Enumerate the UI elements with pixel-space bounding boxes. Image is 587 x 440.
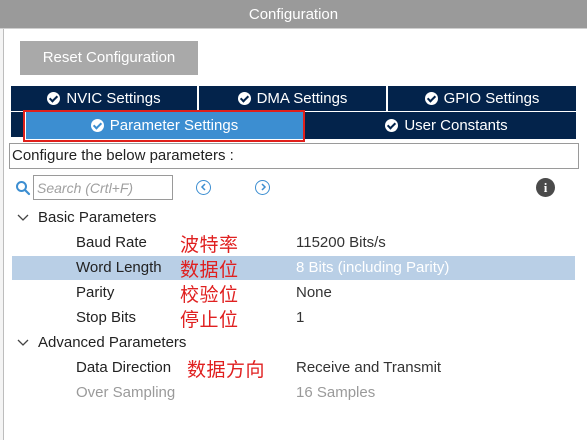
check-circle-icon [237, 92, 251, 105]
search-input[interactable] [33, 175, 173, 200]
param-parity-value[interactable]: None [296, 284, 332, 301]
section-basic-parameters[interactable]: Basic Parameters [38, 209, 156, 226]
tab-label: GPIO Settings [443, 90, 540, 107]
param-data-direction-label[interactable]: Data Direction [76, 359, 171, 376]
param-over-sampling-label: Over Sampling [76, 384, 176, 401]
description-text: Configure the below parameters : [9, 143, 579, 169]
tab-label: NVIC Settings [66, 90, 161, 107]
annotation-stop-bits: 停止位 [180, 309, 239, 331]
tab-nvic-settings[interactable]: NVIC Settings [11, 86, 197, 111]
check-circle-icon [385, 119, 399, 132]
param-stop-bits-label[interactable]: Stop Bits [76, 309, 136, 326]
window-title: Configuration [0, 0, 587, 29]
chevron-left-circle-icon[interactable] [196, 180, 211, 195]
tab-gpio-settings[interactable]: GPIO Settings [388, 86, 576, 111]
chevron-right-circle-icon[interactable] [255, 180, 270, 195]
param-data-direction-value[interactable]: Receive and Transmit [296, 359, 441, 376]
param-stop-bits-value[interactable]: 1 [296, 309, 304, 326]
chevron-down-icon[interactable] [17, 212, 29, 224]
chevron-down-icon[interactable] [17, 337, 29, 349]
tab-label: User Constants [404, 117, 508, 134]
annotation-word-length: 数据位 [180, 259, 239, 281]
param-word-length-label[interactable]: Word Length [76, 259, 162, 276]
annotation-data-direction: 数据方向 [187, 359, 266, 381]
tab-dma-settings[interactable]: DMA Settings [199, 86, 386, 111]
search-icon[interactable] [15, 180, 31, 196]
section-advanced-parameters[interactable]: Advanced Parameters [38, 334, 186, 351]
tab-label: DMA Settings [256, 90, 348, 107]
param-baud-rate-label[interactable]: Baud Rate [76, 234, 147, 251]
param-parity-label[interactable]: Parity [76, 284, 114, 301]
annotation-baud-rate: 波特率 [180, 234, 239, 256]
annotation-parity: 校验位 [180, 284, 239, 306]
check-circle-icon [47, 92, 61, 105]
check-circle-icon [424, 92, 438, 105]
param-word-length-value[interactable]: 8 Bits (including Parity) [296, 259, 449, 276]
param-baud-rate-value[interactable]: 115200 Bits/s [296, 234, 386, 251]
tab-user-constants[interactable]: User Constants [317, 112, 576, 139]
tab-strip-gap [304, 112, 318, 139]
reset-configuration-button[interactable]: Reset Configuration [20, 41, 198, 75]
info-icon[interactable]: i [536, 178, 555, 197]
param-over-sampling-value: 16 Samples [296, 384, 376, 401]
annotation-highlight-box [23, 110, 305, 142]
